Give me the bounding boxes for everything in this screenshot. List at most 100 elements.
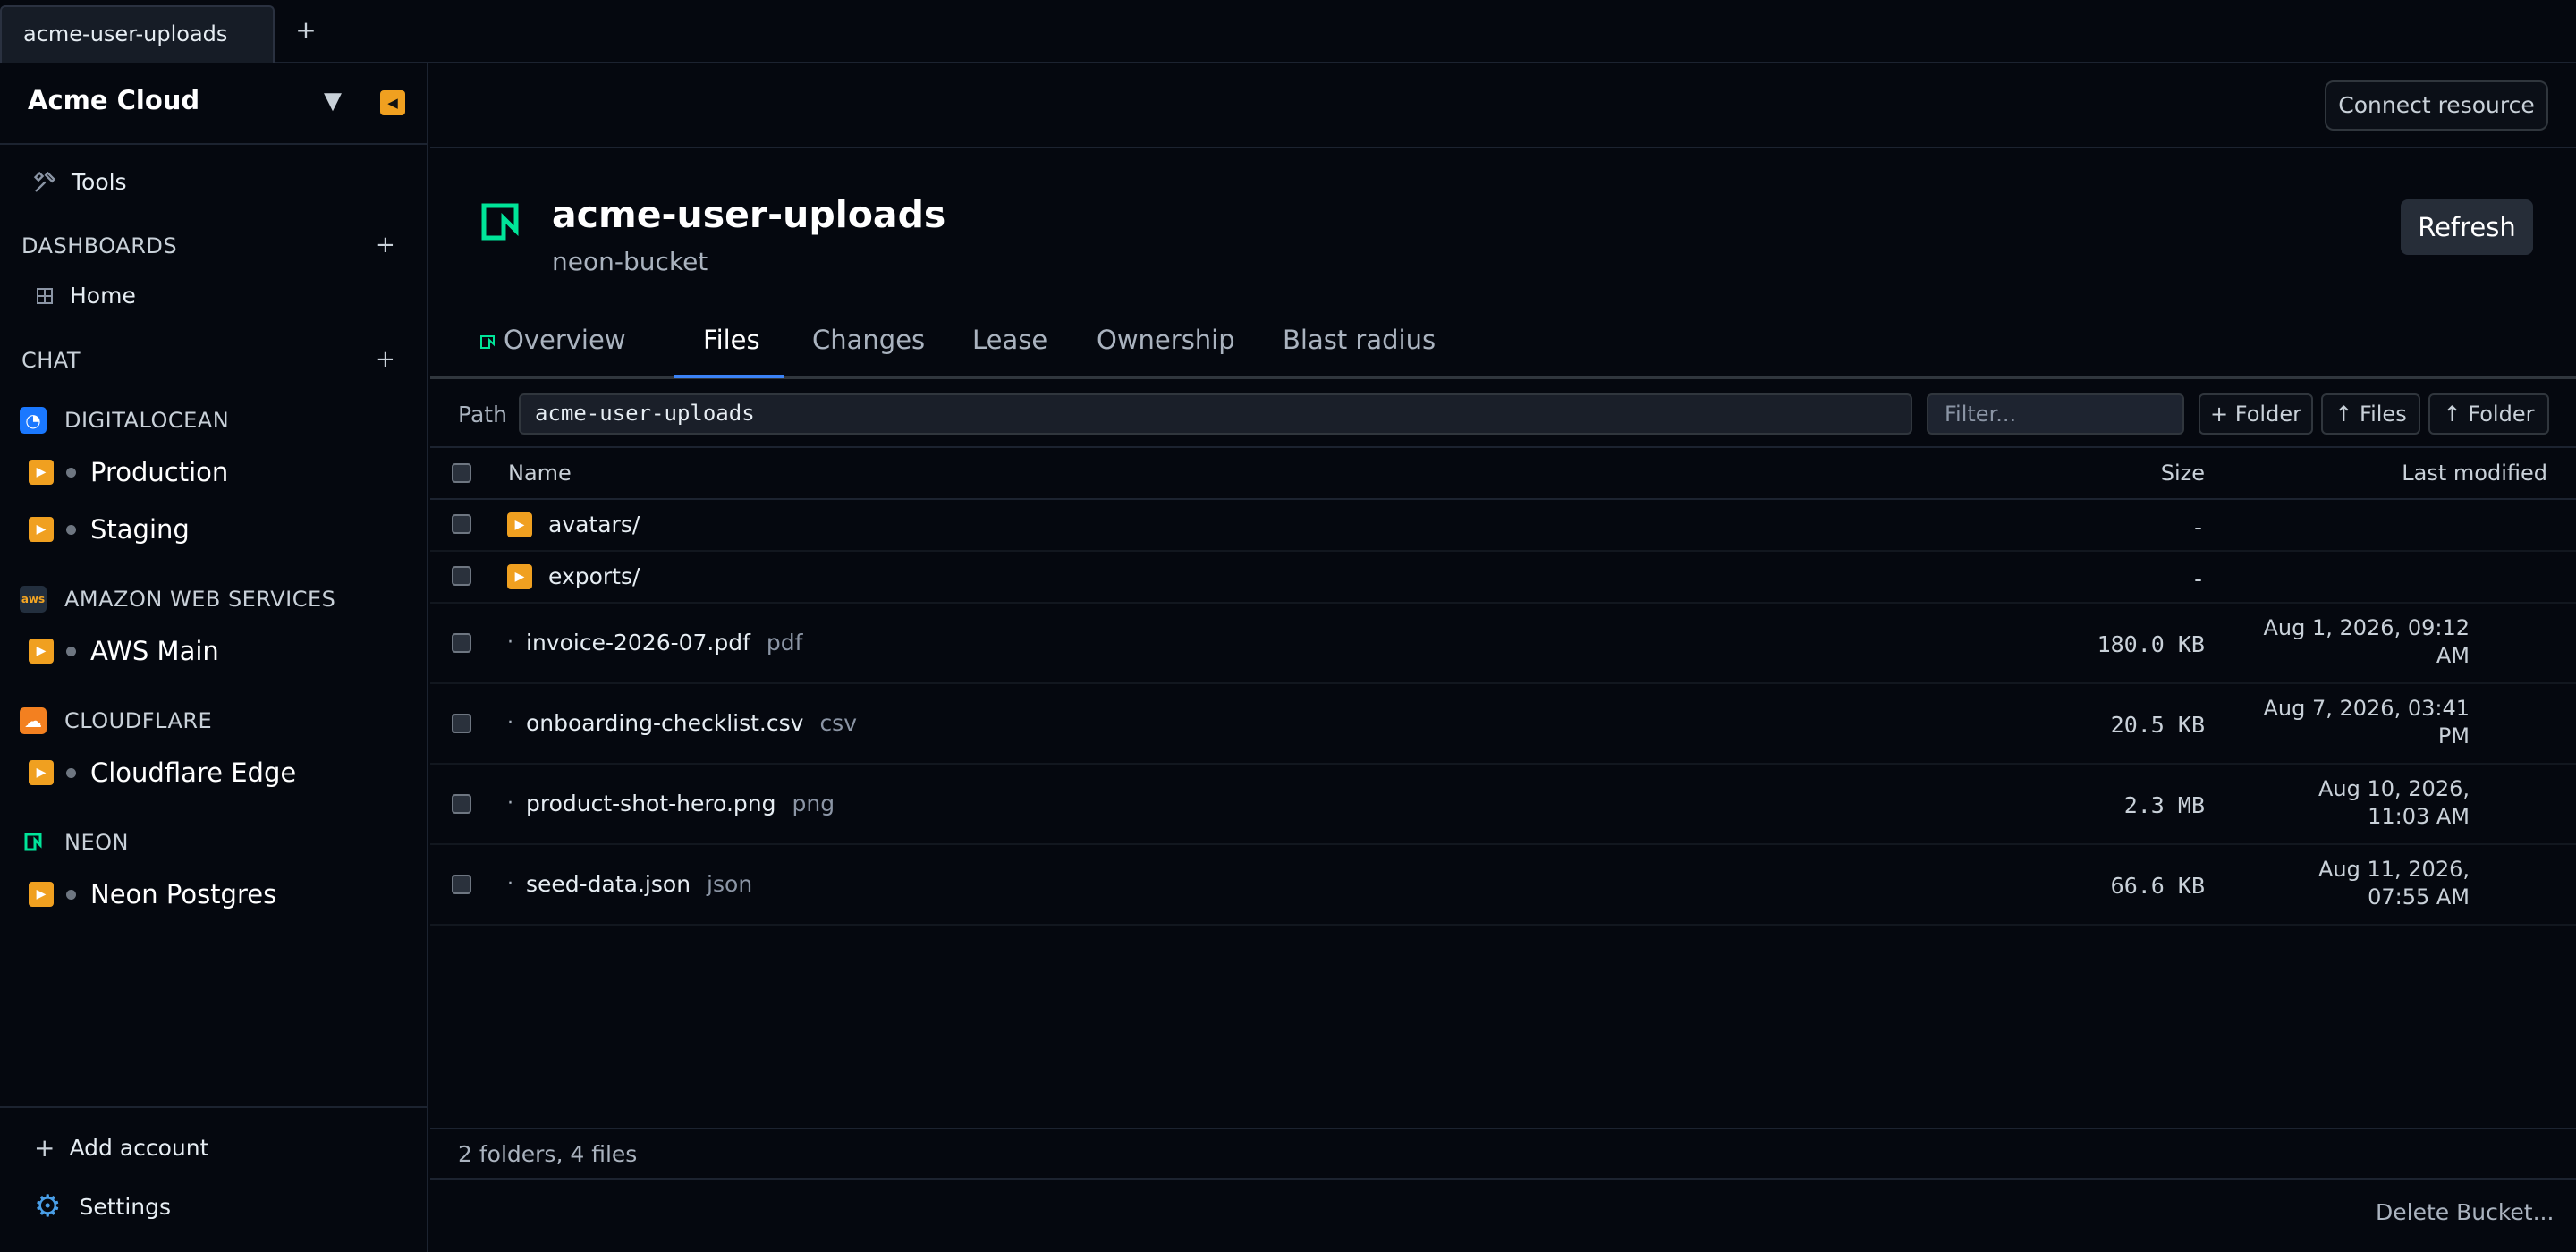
modified-date: Aug 7, 2026, 03:41 (2263, 696, 2470, 721)
row-checkbox[interactable] (452, 794, 471, 814)
neon-icon (480, 335, 495, 349)
column-last-modified[interactable]: Last modified (2402, 461, 2547, 486)
provider-label: AMAZON WEB SERVICES (64, 587, 336, 612)
file-name[interactable]: invoice-2026-07.pdf (526, 630, 750, 656)
grid-icon (37, 287, 53, 304)
provider-digitalocean[interactable]: ◔ DIGITALOCEAN (20, 407, 229, 434)
tab-lease[interactable]: Lease (972, 325, 1047, 355)
table-row[interactable]: · onboarding-checklist.csv csv 20.5 KB A… (430, 684, 2576, 765)
column-size[interactable]: Size (2161, 461, 2205, 486)
table-row[interactable]: · product-shot-hero.png png 2.3 MB Aug 1… (430, 765, 2576, 845)
provider-label: DIGITALOCEAN (64, 408, 230, 433)
upload-files-button[interactable]: ↑ Files (2321, 393, 2420, 435)
resource-neon-postgres[interactable]: ▶ Neon Postgres (29, 879, 276, 909)
play-icon: ▶ (29, 517, 54, 542)
row-checkbox[interactable] (452, 714, 471, 733)
new-tab-button[interactable]: + (288, 13, 324, 48)
name-cell: ▶ avatars/ (507, 512, 640, 537)
resource-label: Production (90, 457, 229, 487)
file-extension: csv (819, 710, 858, 736)
resource-staging[interactable]: ▶ Staging (29, 514, 190, 545)
status-dot (66, 524, 76, 535)
add-account-label: Add account (69, 1135, 209, 1161)
tab-overview[interactable]: Overview (480, 325, 626, 355)
sidebar: Acme Cloud ▼ ◀ Tools DASHBOARDS + Home C… (0, 63, 428, 1252)
modified-time: PM (2437, 723, 2470, 749)
resource-label: Staging (90, 514, 190, 545)
folder-name[interactable]: avatars/ (548, 512, 640, 537)
page-title: acme-user-uploads (552, 193, 946, 236)
resource-aws-main[interactable]: ▶ AWS Main (29, 636, 219, 666)
modified-cell: Aug 1, 2026, 09:12 AM (2228, 614, 2470, 670)
size-cell: 20.5 KB (2110, 712, 2205, 738)
sidebar-item-home[interactable]: Home (36, 283, 136, 309)
table-row[interactable]: ▶ exports/ - (430, 552, 2576, 604)
row-checkbox[interactable] (452, 514, 471, 534)
filter-input[interactable]: Filter... (1927, 393, 2184, 435)
settings-button[interactable]: ⚙ Settings (34, 1189, 171, 1224)
row-checkbox[interactable] (452, 875, 471, 894)
upload-folder-button[interactable]: ↑ Folder (2428, 393, 2549, 435)
select-all-checkbox[interactable] (452, 463, 471, 483)
folder-icon: ▶ (507, 512, 532, 537)
size-cell: - (2190, 514, 2205, 540)
path-toolbar: Path acme-user-uploads Filter... + Folde… (430, 379, 2576, 448)
table-row[interactable]: ▶ avatars/ - (430, 500, 2576, 552)
modified-cell: Aug 10, 2026, 11:03 AM (2228, 775, 2470, 831)
new-folder-button[interactable]: + Folder (2199, 393, 2313, 435)
connect-resource-button[interactable]: Connect resource (2325, 80, 2548, 131)
folder-name[interactable]: exports/ (548, 563, 640, 589)
delete-bucket-button[interactable]: Delete Bucket... (2376, 1199, 2554, 1225)
tab-acme-user-uploads[interactable]: acme-user-uploads (0, 5, 275, 63)
path-label: Path (458, 402, 507, 427)
provider-aws[interactable]: aws AMAZON WEB SERVICES (20, 586, 335, 613)
row-checkbox[interactable] (452, 566, 471, 586)
modified-time: 07:55 AM (2368, 884, 2470, 909)
table-row[interactable]: · seed-data.json json 66.6 KB Aug 11, 20… (430, 845, 2576, 926)
modified-date: Aug 11, 2026, (2318, 857, 2470, 882)
path-input[interactable]: acme-user-uploads (519, 393, 1912, 435)
gear-icon: ⚙ (34, 1189, 62, 1224)
add-dashboard-button[interactable]: + (376, 232, 395, 258)
sidebar-footer: + Add account ⚙ Settings (0, 1106, 427, 1252)
main-panel: Connect resource acme-user-uploads neon-… (430, 63, 2576, 1252)
tab-changes[interactable]: Changes (812, 325, 925, 355)
resource-label: Cloudflare Edge (90, 757, 297, 788)
play-icon: ▶ (29, 760, 54, 785)
play-icon: ▶ (29, 882, 54, 907)
modified-time: 11:03 AM (2368, 804, 2470, 829)
play-icon: ▶ (29, 460, 54, 485)
sidebar-item-tools[interactable]: Tools (32, 169, 127, 195)
resource-production[interactable]: ▶ Production (29, 457, 228, 487)
cloudflare-icon: ☁ (20, 707, 47, 734)
provider-label: NEON (64, 830, 129, 855)
collapse-sidebar-button[interactable]: ◀ (380, 90, 405, 115)
provider-label: CLOUDFLARE (64, 708, 213, 733)
table-header: Name Size Last modified (430, 448, 2576, 500)
add-account-button[interactable]: + Add account (34, 1133, 208, 1163)
file-name[interactable]: onboarding-checklist.csv (526, 710, 803, 736)
org-name[interactable]: Acme Cloud (28, 85, 199, 115)
add-chat-button[interactable]: + (376, 346, 395, 373)
status-dot (66, 646, 76, 656)
row-checkbox[interactable] (452, 633, 471, 653)
org-switcher-caret-icon[interactable]: ▼ (324, 88, 342, 114)
plus-icon: + (34, 1133, 55, 1163)
table-row[interactable]: · invoice-2026-07.pdf pdf 180.0 KB Aug 1… (430, 604, 2576, 684)
size-cell: 180.0 KB (2097, 631, 2205, 657)
summary-text: 2 folders, 4 files (458, 1141, 638, 1167)
provider-cloudflare[interactable]: ☁ CLOUDFLARE (20, 707, 212, 734)
resource-type: neon-bucket (552, 247, 708, 276)
status-dot (66, 767, 76, 778)
refresh-button[interactable]: Refresh (2401, 199, 2533, 255)
file-name[interactable]: product-shot-hero.png (526, 791, 776, 816)
file-bullet-icon: · (507, 873, 513, 895)
tab-ownership[interactable]: Ownership (1097, 325, 1235, 355)
tab-files[interactable]: Files (703, 325, 760, 355)
name-cell: · product-shot-hero.png png (507, 791, 835, 816)
column-name[interactable]: Name (508, 461, 572, 486)
tab-blast-radius[interactable]: Blast radius (1283, 325, 1436, 355)
provider-neon[interactable]: NEON (20, 829, 129, 856)
file-name[interactable]: seed-data.json (526, 871, 691, 897)
resource-cloudflare-edge[interactable]: ▶ Cloudflare Edge (29, 757, 296, 788)
